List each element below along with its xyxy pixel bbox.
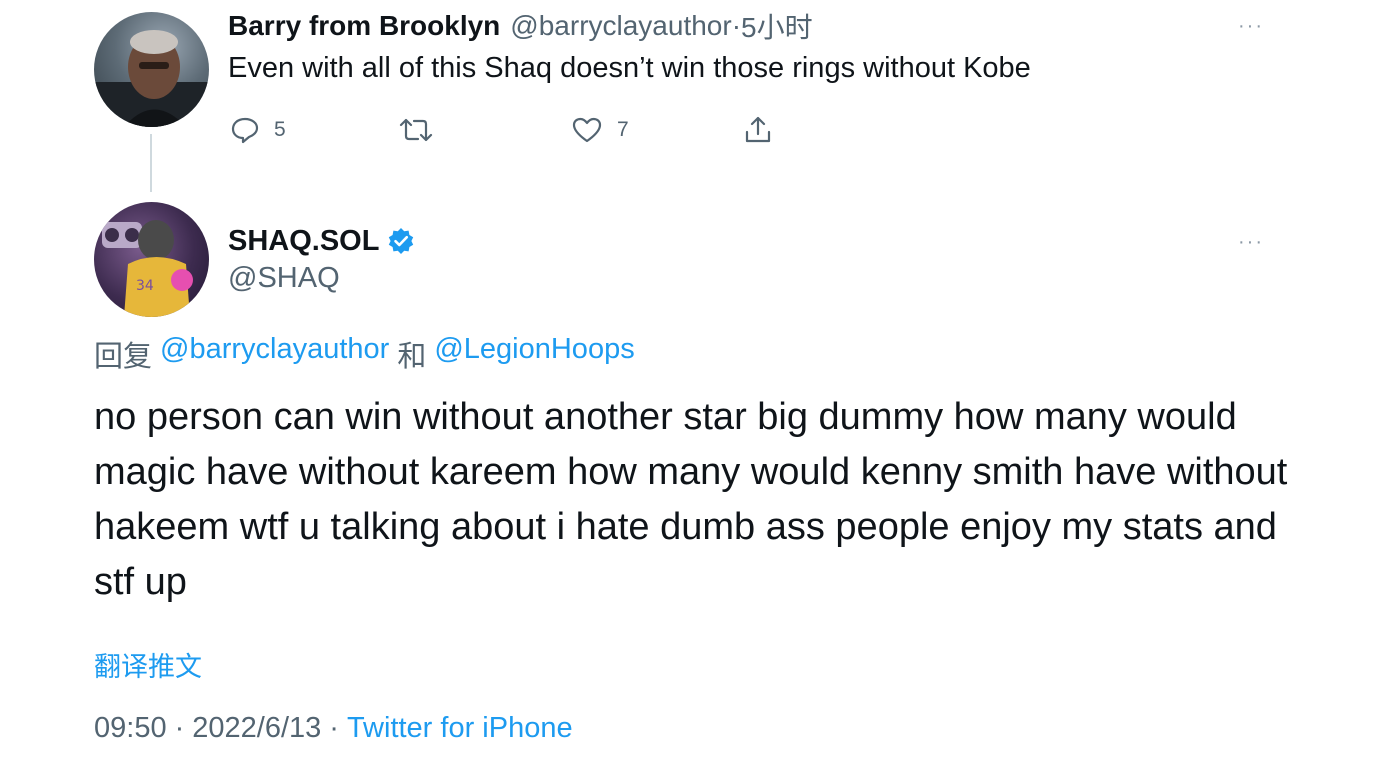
main-more-icon[interactable]: ···	[1238, 232, 1264, 252]
barry-avatar-image	[94, 30, 209, 127]
tweet-date[interactable]: 2022/6/13	[192, 712, 321, 745]
shaq-avatar-image: 34	[102, 220, 193, 317]
parent-more-icon[interactable]: ···	[1238, 16, 1264, 36]
shaq-avatar[interactable]: 34	[94, 202, 209, 317]
reply-button[interactable]: 5	[230, 116, 286, 144]
heart-icon	[572, 117, 602, 143]
parent-tweet-header: Barry from Brooklyn @barryclayauthor · 5…	[228, 6, 813, 46]
parent-time-ago[interactable]: 5小时	[741, 6, 813, 46]
reply-mention-barry[interactable]: @barryclayauthor	[160, 333, 389, 375]
main-author-handle[interactable]: @SHAQ	[228, 262, 340, 295]
meta-separator-2: ·	[329, 712, 339, 744]
tweet-time[interactable]: 09:50	[94, 712, 167, 745]
main-author-name[interactable]: SHAQ.SOL	[228, 225, 379, 258]
parent-header-separator: ·	[731, 10, 742, 41]
reply-conjunction: 和	[397, 341, 427, 373]
translate-tweet-link[interactable]: 翻译推文	[94, 645, 202, 684]
retweet-button[interactable]	[398, 116, 448, 144]
reply-count: 5	[274, 118, 286, 141]
parent-author-name[interactable]: Barry from Brooklyn	[228, 10, 500, 42]
speech-bubble-icon	[231, 117, 259, 144]
parent-tweet-text: Even with all of this Shaq doesn’t win t…	[228, 52, 1031, 84]
tweet-metadata: 09:50 · 2022/6/13 · Twitter for iPhone	[94, 712, 573, 745]
meta-separator-1: ·	[174, 712, 185, 744]
like-button[interactable]: 7	[571, 116, 629, 144]
reply-mention-legionhoops[interactable]: @LegionHoops	[434, 333, 634, 375]
main-tweet-header: SHAQ.SOL	[228, 220, 415, 262]
barry-avatar[interactable]	[94, 12, 209, 127]
tweet-source[interactable]: Twitter for iPhone	[347, 712, 573, 745]
share-upload-icon	[745, 116, 771, 143]
like-count: 7	[617, 118, 629, 141]
svg-text:34: 34	[136, 278, 154, 294]
replying-to-line: 回复 @barryclayauthor 和 @LegionHoops	[94, 333, 635, 375]
reply-prefix: 回复	[94, 341, 153, 373]
parent-author-handle[interactable]: @barryclayauthor	[510, 10, 731, 42]
share-button[interactable]	[742, 114, 774, 146]
retweet-arrows-icon	[399, 118, 433, 142]
main-tweet-text: no person can win without another star b…	[94, 396, 1288, 603]
verified-badge-icon	[389, 228, 414, 254]
thread-connector-line	[150, 134, 152, 192]
